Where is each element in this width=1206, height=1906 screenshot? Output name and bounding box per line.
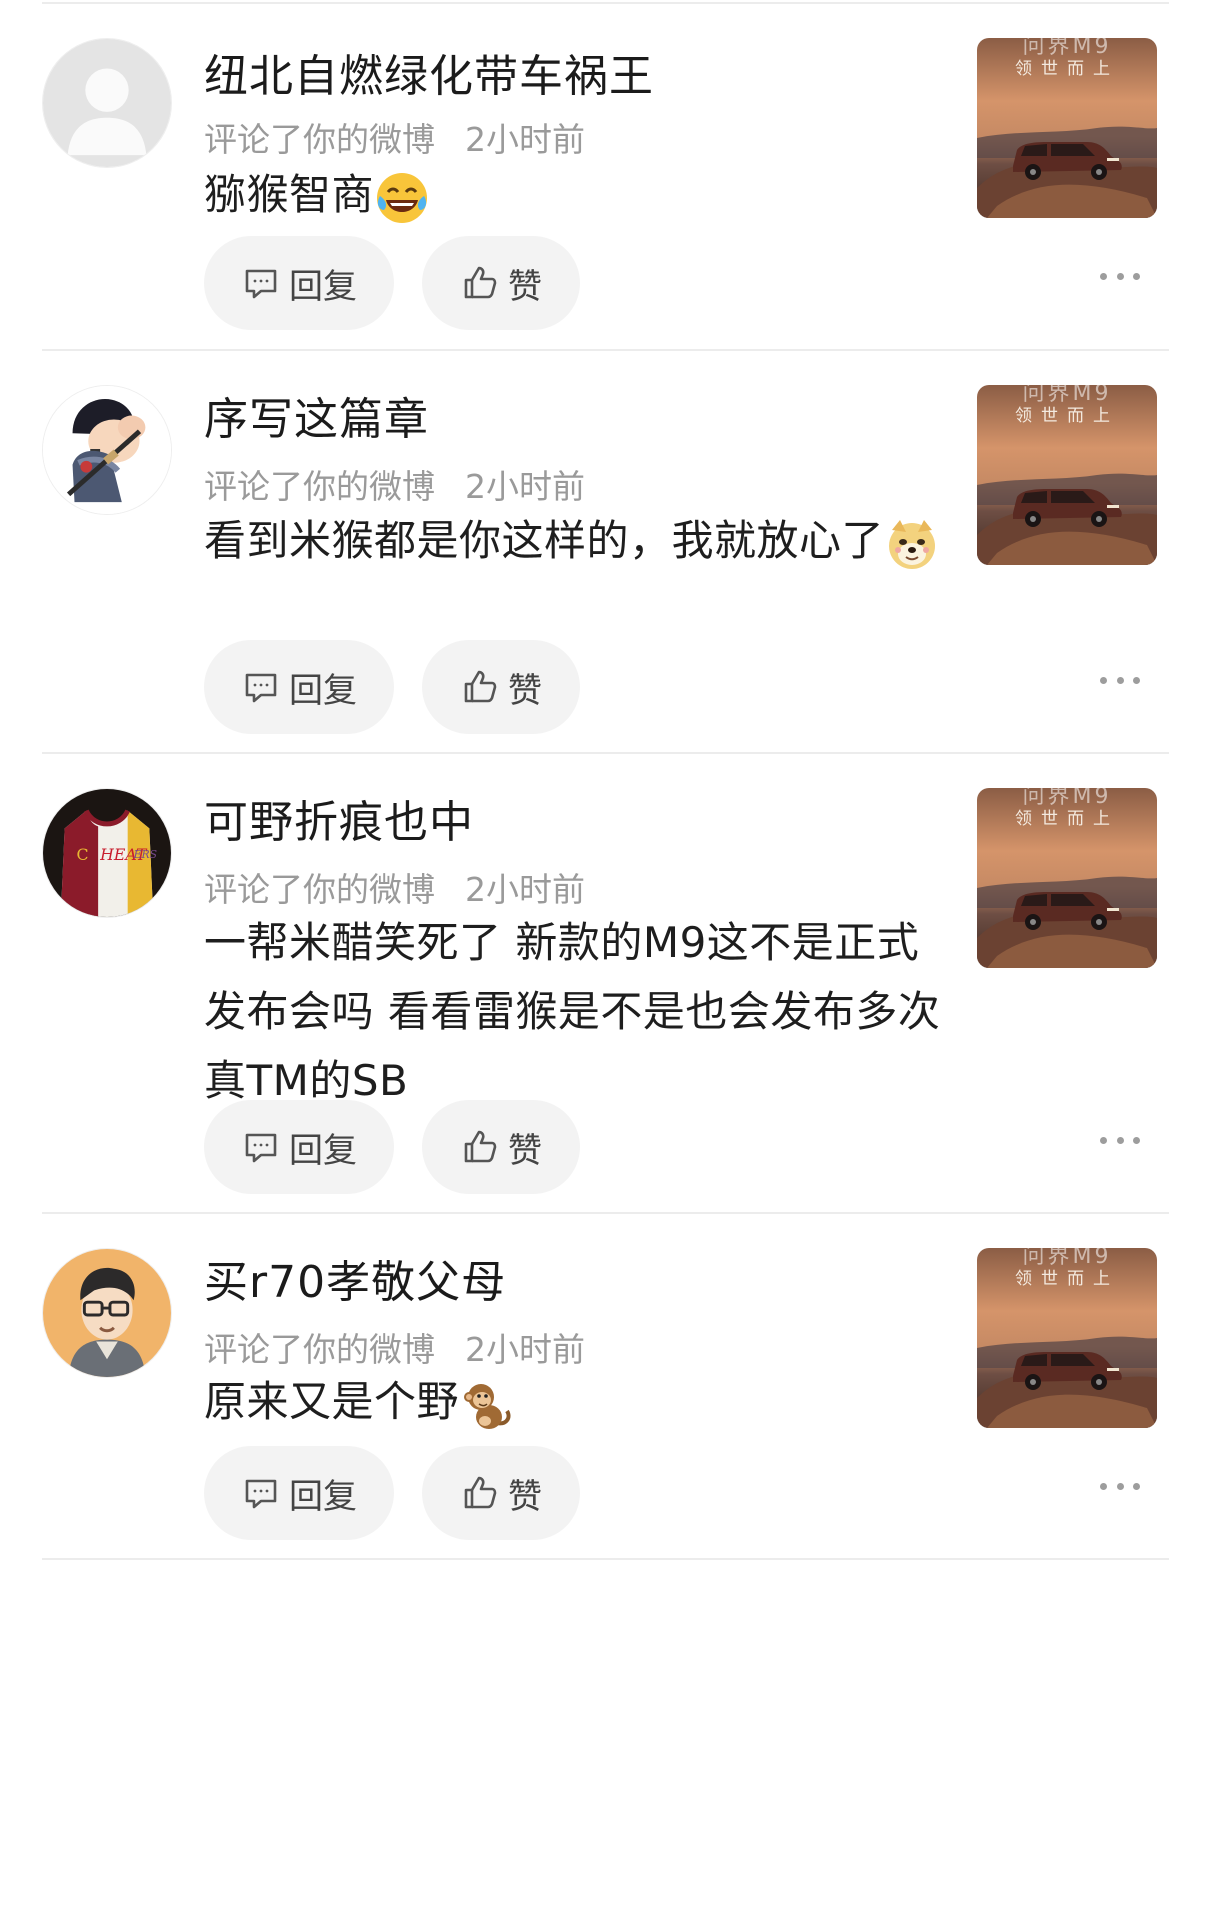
comment-divider <box>42 2 1169 4</box>
more-options-icon[interactable] <box>1100 660 1140 700</box>
comment-username[interactable]: 序写这篇章 <box>204 385 429 455</box>
comment-time: 2小时前 <box>465 870 585 909</box>
cartoon-man-glasses-avatar[interactable] <box>42 1248 172 1378</box>
monkey-emoji <box>459 1377 515 1433</box>
more-options-icon[interactable] <box>1100 1466 1140 1506</box>
comment-divider <box>42 1212 1169 1214</box>
comment-action-text: 评论了你的微博 <box>204 1330 435 1369</box>
comment-divider <box>42 1558 1169 1560</box>
like-label: 赞 <box>508 1476 542 1517</box>
reply-button[interactable]: 回复 <box>204 236 394 330</box>
comment-divider <box>42 349 1169 351</box>
more-options-icon[interactable] <box>1100 1120 1140 1160</box>
comment-text-body: 一帮米醋笑死了 新款的M9这不是正式发布会吗 看看雷猴是不是也会发布多次 真TM… <box>204 918 941 1105</box>
comment-meta: 评论了你的微博 2小时前 <box>204 116 585 164</box>
like-button[interactable]: 赞 <box>422 236 580 330</box>
thumbs-up-icon <box>460 263 500 303</box>
cartoon-ninja-avatar[interactable] <box>42 385 172 515</box>
thumbnail-caption: 领世而上 <box>1015 59 1119 79</box>
comment-divider <box>42 752 1169 754</box>
comment-action-text: 评论了你的微博 <box>204 120 435 159</box>
like-label: 赞 <box>508 1130 542 1171</box>
reply-button[interactable]: 回复 <box>204 1100 394 1194</box>
comment-username[interactable]: 可野折痕也中 <box>204 788 474 858</box>
reply-label: 回复 <box>289 1130 357 1171</box>
reply-button[interactable]: 回复 <box>204 640 394 734</box>
like-label: 赞 <box>508 266 542 307</box>
comment-time: 2小时前 <box>465 120 585 159</box>
reply-label: 回复 <box>289 670 357 711</box>
reply-label: 回复 <box>289 1476 357 1517</box>
comment-text-body: 原来又是个野 <box>204 1377 460 1426</box>
reply-button[interactable]: 回复 <box>204 1446 394 1540</box>
svg-text:ERS: ERS <box>133 848 157 861</box>
thumbs-up-icon <box>460 1127 500 1167</box>
comment-icon <box>241 1127 281 1167</box>
weibo-thumbnail[interactable]: 问界M9 领世而上 <box>977 788 1157 968</box>
comment-username[interactable]: 纽北自燃绿化带车祸王 <box>204 42 654 112</box>
thumbnail-caption: 领世而上 <box>1015 809 1119 829</box>
weibo-thumbnail[interactable]: 问界M9 领世而上 <box>977 38 1157 218</box>
laughing-crying-emoji <box>374 170 430 226</box>
weibo-thumbnail[interactable]: 问界M9 领世而上 <box>977 385 1157 565</box>
comment-meta: 评论了你的微博 2小时前 <box>204 866 585 914</box>
comment-text-body: 看到米猴都是你这样的，我就放心了 <box>204 516 885 565</box>
comment-icon <box>241 667 281 707</box>
weibo-thumbnail[interactable]: 问界M9 领世而上 <box>977 1248 1157 1428</box>
thumbnail-caption: 领世而上 <box>1015 1269 1119 1289</box>
comment-time: 2小时前 <box>465 1330 585 1369</box>
comment-icon <box>241 263 281 303</box>
like-button[interactable]: 赞 <box>422 1100 580 1194</box>
comment-action-text: 评论了你的微博 <box>204 467 435 506</box>
comment-text: 原来又是个野 <box>204 1367 944 1436</box>
basketball-jersey-avatar[interactable]: HEAT C ERS <box>42 788 172 918</box>
comment-action-text: 评论了你的微博 <box>204 870 435 909</box>
thumbs-up-icon <box>460 1473 500 1513</box>
like-button[interactable]: 赞 <box>422 640 580 734</box>
comment-text: 一帮米醋笑死了 新款的M9这不是正式发布会吗 看看雷猴是不是也会发布多次 真TM… <box>204 908 944 1115</box>
svg-text:C: C <box>76 845 88 864</box>
more-options-icon[interactable] <box>1100 256 1140 296</box>
comment-text-body: 猕猴智商 <box>204 170 375 219</box>
doge-emoji <box>884 516 940 572</box>
thumbs-up-icon <box>460 667 500 707</box>
comment-time: 2小时前 <box>465 467 585 506</box>
reply-label: 回复 <box>289 266 357 307</box>
comment-meta: 评论了你的微博 2小时前 <box>204 463 585 511</box>
like-button[interactable]: 赞 <box>422 1446 580 1540</box>
like-label: 赞 <box>508 670 542 711</box>
comment-text: 看到米猴都是你这样的，我就放心了 <box>204 506 944 575</box>
thumbnail-caption: 领世而上 <box>1015 406 1119 426</box>
comment-text: 猕猴智商 <box>204 160 944 229</box>
comment-icon <box>241 1473 281 1513</box>
comment-username[interactable]: 买r70孝敬父母 <box>204 1248 506 1318</box>
default-avatar-icon[interactable] <box>42 38 172 168</box>
